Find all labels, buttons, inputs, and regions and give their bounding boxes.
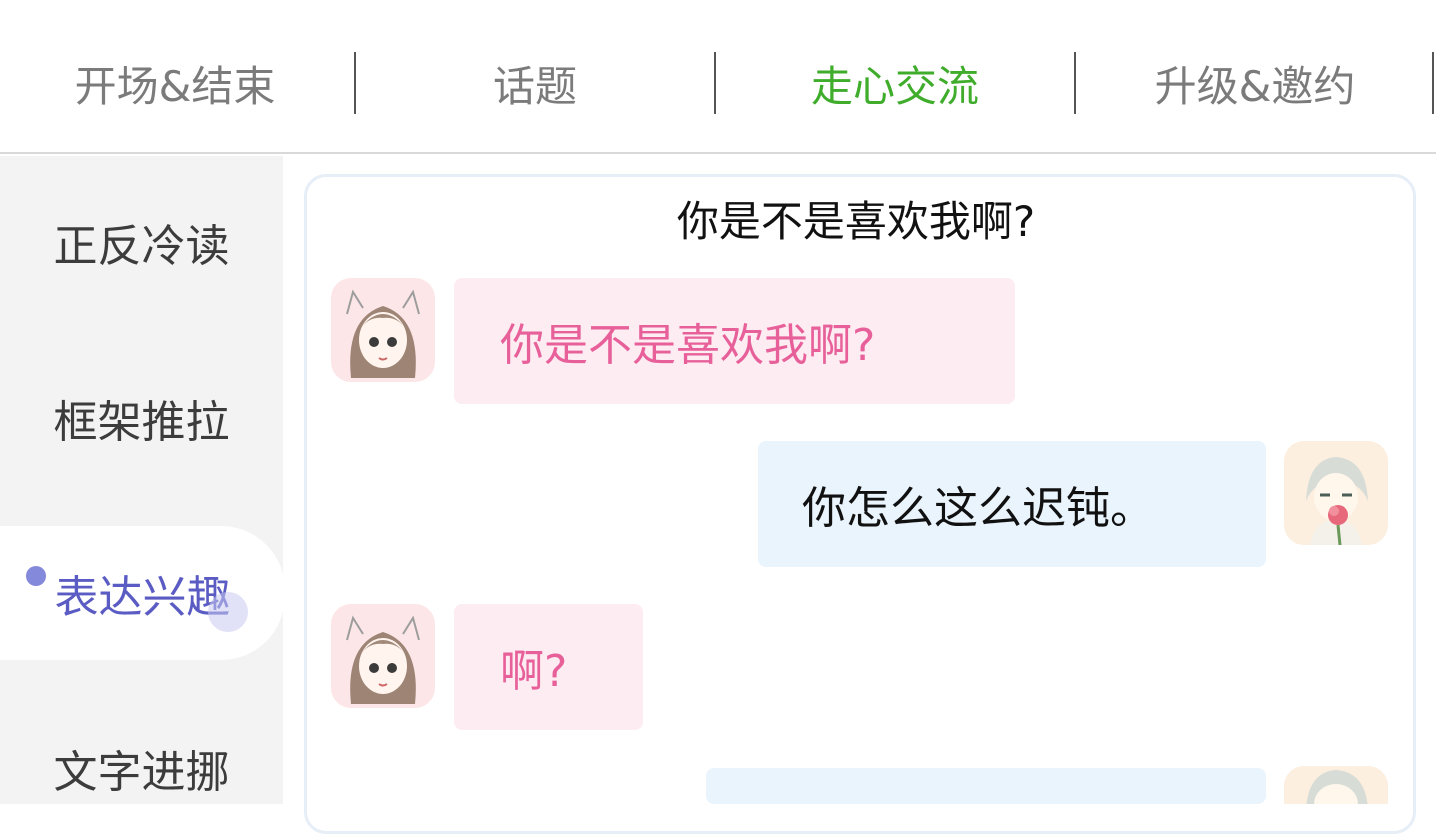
message-bubble-left: 啊? <box>454 604 643 730</box>
boy-avatar <box>1284 441 1388 545</box>
touch-indicator <box>26 566 46 586</box>
sidebar-item-express-interest[interactable]: 表达兴趣 <box>0 526 285 660</box>
tab-divider <box>1432 52 1434 114</box>
message-bubble-left: 你是不是喜欢我啊? <box>454 278 1015 404</box>
touch-indicator <box>208 592 248 632</box>
sidebar-item-text-move[interactable]: 文字进挪 <box>0 708 283 828</box>
tab-upgrade-invite[interactable]: 升级&邀约 <box>1085 52 1425 114</box>
tab-divider <box>714 52 716 114</box>
girl-avatar <box>331 278 435 382</box>
card-title: 你是不是喜欢我啊? <box>676 197 1036 246</box>
tab-divider <box>1074 52 1076 114</box>
message-bubble-right: 你怎么这么迟钝。 <box>758 441 1266 567</box>
tab-heart-talk[interactable]: 走心交流 <box>725 52 1065 114</box>
sidebar-item-push-pull[interactable]: 框架推拉 <box>0 358 283 478</box>
girl-avatar <box>331 604 435 708</box>
boy-avatar <box>1284 766 1388 804</box>
tab-opening-ending[interactable]: 开场&结束 <box>5 52 345 114</box>
tab-divider <box>354 52 356 114</box>
message-bubble-right <box>706 768 1266 804</box>
top-tab-bar: 开场&结束 话题 走心交流 升级&邀约 <box>0 0 1436 154</box>
tab-topics[interactable]: 话题 <box>365 52 705 114</box>
